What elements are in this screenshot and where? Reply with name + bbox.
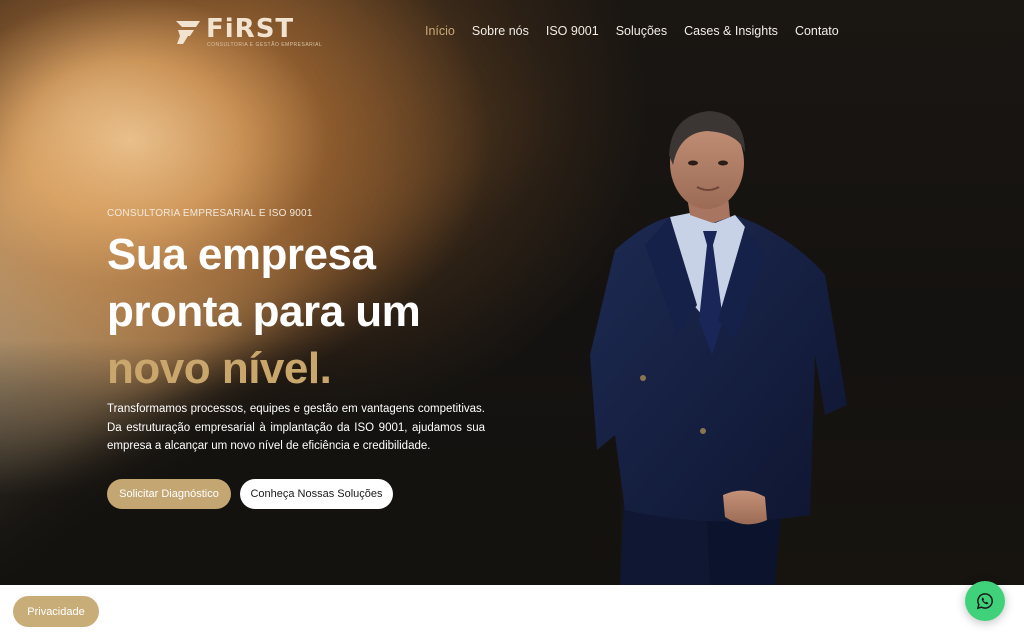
brand-name: FiRST: [206, 14, 295, 44]
whatsapp-icon: [976, 593, 993, 610]
nav-item-solucoes[interactable]: Soluções: [616, 24, 667, 38]
whatsapp-button[interactable]: [965, 581, 1005, 621]
hero-eyebrow: CONSULTORIA EMPRESARIAL E ISO 9001: [107, 208, 313, 219]
brand-logo[interactable]: FiRST CONSULTORIA E GESTÃO EMPRESARIAL: [174, 14, 322, 50]
hero-headline-highlight: novo nível.: [107, 344, 332, 393]
hero-headline-line-2: pronta para um: [107, 287, 421, 336]
nav-item-iso-9001[interactable]: ISO 9001: [546, 24, 599, 38]
request-diagnosis-button[interactable]: Solicitar Diagnóstico: [107, 479, 231, 509]
main-nav: Início Sobre nós ISO 9001 Soluções Cases…: [425, 24, 839, 38]
nav-item-contato[interactable]: Contato: [795, 24, 839, 38]
privacy-button[interactable]: Privacidade: [13, 596, 99, 627]
view-solutions-button[interactable]: Conheça Nossas Soluções: [240, 479, 393, 509]
nav-item-sobre-nos[interactable]: Sobre nós: [472, 24, 529, 38]
nav-item-inicio[interactable]: Início: [425, 24, 455, 38]
hero-headline: Sua empresa pronta para um novo nível.: [107, 226, 421, 397]
consultant-portrait: [590, 111, 847, 585]
brand-tagline: CONSULTORIA E GESTÃO EMPRESARIAL: [207, 42, 323, 48]
nav-item-cases-insights[interactable]: Cases & Insights: [684, 24, 778, 38]
hero-headline-line-1: Sua empresa: [107, 230, 376, 279]
hero-description: Transformamos processos, equipes e gestã…: [107, 403, 485, 452]
hero-section: FiRST CONSULTORIA E GESTÃO EMPRESARIAL I…: [0, 0, 1024, 585]
first-logo-icon: [176, 21, 200, 44]
